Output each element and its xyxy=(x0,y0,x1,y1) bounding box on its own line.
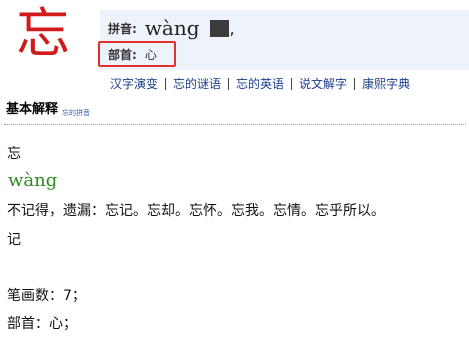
link-shuowen[interactable]: 说文解字 xyxy=(299,75,347,92)
pinyin-separator: , xyxy=(229,18,235,38)
pinyin-label: 拼音: xyxy=(108,21,137,36)
pinyin-value: wàng xyxy=(144,16,200,40)
link-kangxi[interactable]: 康熙字典 xyxy=(362,75,410,92)
entry-pinyin: wàng xyxy=(8,170,58,191)
entry-character: 忘 xyxy=(7,146,21,162)
link-divider xyxy=(291,77,293,90)
entry-radical: 部首：心； xyxy=(7,316,77,332)
link-evolution[interactable]: 汉字演变 xyxy=(110,75,158,92)
link-english[interactable]: 忘的英语 xyxy=(236,75,284,92)
watermark-text: 忘的拼音 xyxy=(62,109,90,117)
related-links-bar: 汉字演变 忘的谜语 忘的英语 说文解字 康熙字典 xyxy=(110,75,410,92)
section-divider xyxy=(4,124,466,125)
pinyin-row: 拼音: wàng , xyxy=(108,14,235,42)
link-divider xyxy=(228,77,230,90)
audio-play-icon[interactable] xyxy=(209,19,229,37)
link-riddle[interactable]: 忘的谜语 xyxy=(173,75,221,92)
stroke-count: 笔画数：7； xyxy=(7,288,86,304)
link-divider xyxy=(354,77,356,90)
link-divider xyxy=(165,77,167,90)
radical-highlight-box xyxy=(98,41,176,67)
entry-definition: 不记得，遗漏：忘记。忘却。忘怀。忘我。忘情。忘乎所以。 xyxy=(7,203,385,219)
dictionary-character-heading: 忘 xyxy=(16,2,70,65)
entry-continuation: 记 xyxy=(7,232,21,248)
section-title: 基本解释 xyxy=(6,102,59,117)
